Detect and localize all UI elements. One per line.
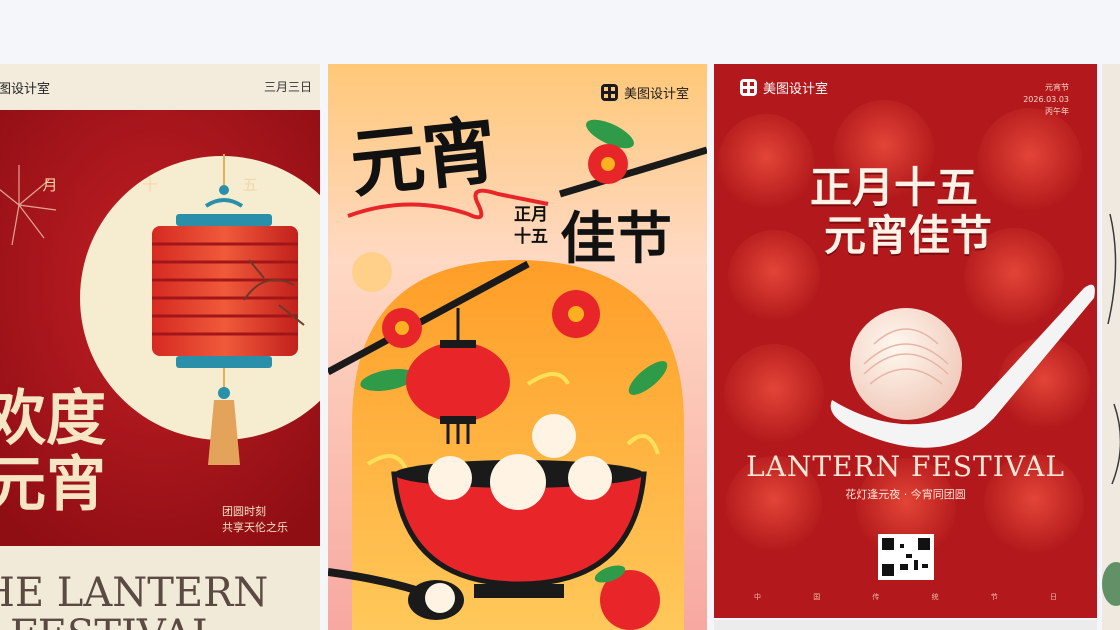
- corner-line: 元宵节: [1045, 83, 1069, 92]
- poster-background-art: [714, 64, 1097, 618]
- poster-red-body: 月 十 五 欢度 元宵 团圆时刻 共享天伦之乐: [0, 110, 320, 546]
- footer-char: 国: [813, 593, 821, 601]
- top-char: 月: [42, 176, 58, 194]
- poster-card-2[interactable]: 美图设计室 元宵 正月 十五 佳节: [328, 64, 707, 630]
- poster-card-3[interactable]: 美图设计室 元宵节 2026.03.03 丙午年 正月十五 元宵佳节 LANTE…: [714, 64, 1097, 618]
- footer-char: 中: [754, 593, 761, 601]
- subtitle-line: 团圆时刻: [222, 505, 266, 518]
- english-line: HE LANTERN: [0, 570, 269, 616]
- poster-partial-art: [1102, 64, 1120, 630]
- poster-card-4[interactable]: [1102, 64, 1120, 630]
- poster-title-second: 佳节: [560, 207, 672, 272]
- poster-card-3-bottom-strip: [714, 620, 1097, 630]
- footer-char: 传: [872, 593, 880, 601]
- top-bar: [0, 0, 1120, 64]
- title-line: 元宵: [0, 450, 106, 520]
- poster-subtitle: 花灯逢元夜 · 今宵同团圆: [845, 488, 966, 501]
- poster-title-side: 正月 十五: [514, 204, 548, 248]
- brand-logo-icon: [740, 79, 757, 96]
- title-line: 元宵佳节: [824, 211, 993, 260]
- poster-subtitle: 团圆时刻 共享天伦之乐: [222, 504, 288, 536]
- brand-text: 美图设计室: [763, 82, 829, 97]
- poster-title: 欢度 元宵: [0, 386, 106, 518]
- poster-english-title: HE LANTERN FESTIVAL: [0, 572, 268, 630]
- poster-footer: 中 国 传 统 节 日: [754, 592, 1057, 602]
- top-char: 十: [142, 176, 158, 194]
- brand-label: 美图设计室: [740, 78, 828, 97]
- poster-corner-info: 元宵节 2026.03.03 丙午年: [1023, 82, 1069, 118]
- brand-label: 美图设计室: [600, 83, 689, 102]
- brand-logo-icon: [600, 84, 618, 101]
- footer-char: 节: [990, 593, 998, 601]
- poster-card-1[interactable]: 图设计室 三月三日 月 十 五 欢度 元宵 团圆时刻 共享天伦之乐 HE LAN…: [0, 64, 320, 630]
- corner-line: 丙午年: [1045, 107, 1069, 116]
- side-line: 正月: [514, 205, 548, 225]
- top-chars: 月 十 五: [0, 174, 320, 195]
- poster-english-title: LANTERN FESTIVAL: [746, 450, 1065, 483]
- footer-char: 统: [931, 593, 939, 601]
- english-line: FESTIVAL: [0, 614, 268, 630]
- title-line: 正月十五: [810, 163, 979, 212]
- date-label: 三月三日: [263, 80, 312, 94]
- title-line: 欢度: [0, 384, 106, 454]
- poster-title-main: 元宵: [346, 107, 499, 209]
- corner-line: 2026.03.03: [1023, 95, 1069, 104]
- top-char: 五: [242, 176, 258, 194]
- brand-text: 美图设计室: [623, 87, 689, 102]
- brand-text: 图设计室: [0, 82, 51, 97]
- poster-title: 正月十五 元宵佳节: [810, 164, 992, 260]
- brand-label: 图设计室: [0, 78, 50, 97]
- side-line: 十五: [514, 227, 548, 247]
- footer-char: 日: [1049, 593, 1057, 601]
- subtitle-line: 共享天伦之乐: [222, 521, 288, 534]
